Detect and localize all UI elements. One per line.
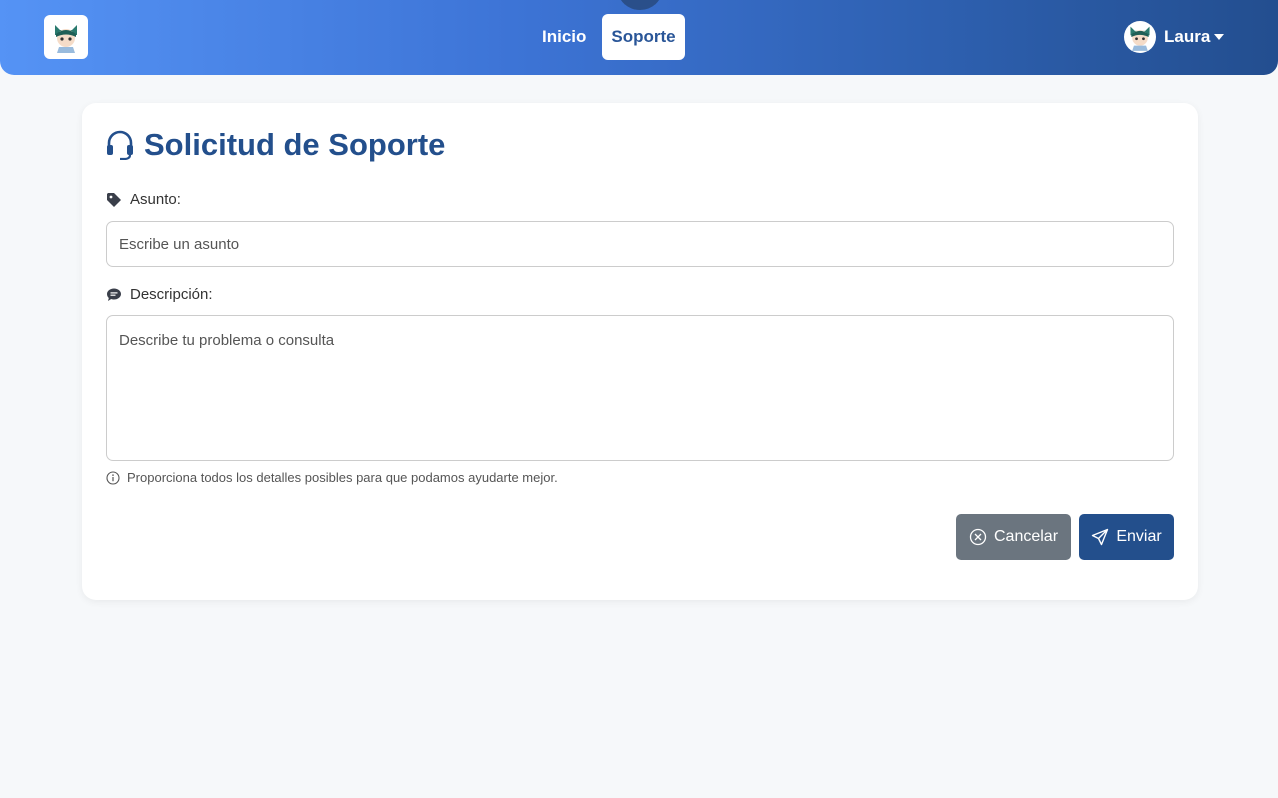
send-button[interactable]: Enviar <box>1079 514 1174 560</box>
nav-decoration <box>618 0 662 10</box>
nav-link-inicio[interactable]: Inicio <box>532 14 596 60</box>
cancel-button[interactable]: Cancelar <box>956 514 1071 560</box>
girl-avatar-icon <box>1130 26 1150 51</box>
send-icon <box>1092 528 1109 546</box>
nav-link-soporte[interactable]: Soporte <box>602 14 685 60</box>
headset-icon <box>107 130 133 160</box>
description-label: Descripción: <box>130 286 213 303</box>
page-title: Solicitud de Soporte <box>144 127 446 162</box>
close-circle-icon <box>969 528 987 546</box>
cancel-label: Cancelar <box>993 528 1059 545</box>
top-navbar: Inicio Soporte Laura <box>0 0 1278 75</box>
info-icon <box>106 470 120 485</box>
hint-text: Proporciona todos los detalles posibles … <box>127 470 558 485</box>
support-form-card: Solicitud de Soporte Asunto: Escribe un … <box>82 103 1198 600</box>
subject-label: Asunto: <box>130 191 181 208</box>
send-label: Enviar <box>1116 528 1162 545</box>
tag-icon <box>107 192 121 207</box>
chevron-down-icon <box>1214 34 1225 40</box>
chat-icon <box>107 288 121 301</box>
avatar <box>1124 21 1156 53</box>
description-textarea[interactable]: Describe tu problema o consulta <box>106 315 1174 461</box>
logo[interactable] <box>44 15 88 59</box>
user-menu[interactable]: Laura <box>1124 21 1225 53</box>
user-name: Laura <box>1164 27 1211 46</box>
subject-input[interactable]: Escribe un asunto <box>106 221 1174 267</box>
girl-avatar-icon <box>55 25 77 53</box>
